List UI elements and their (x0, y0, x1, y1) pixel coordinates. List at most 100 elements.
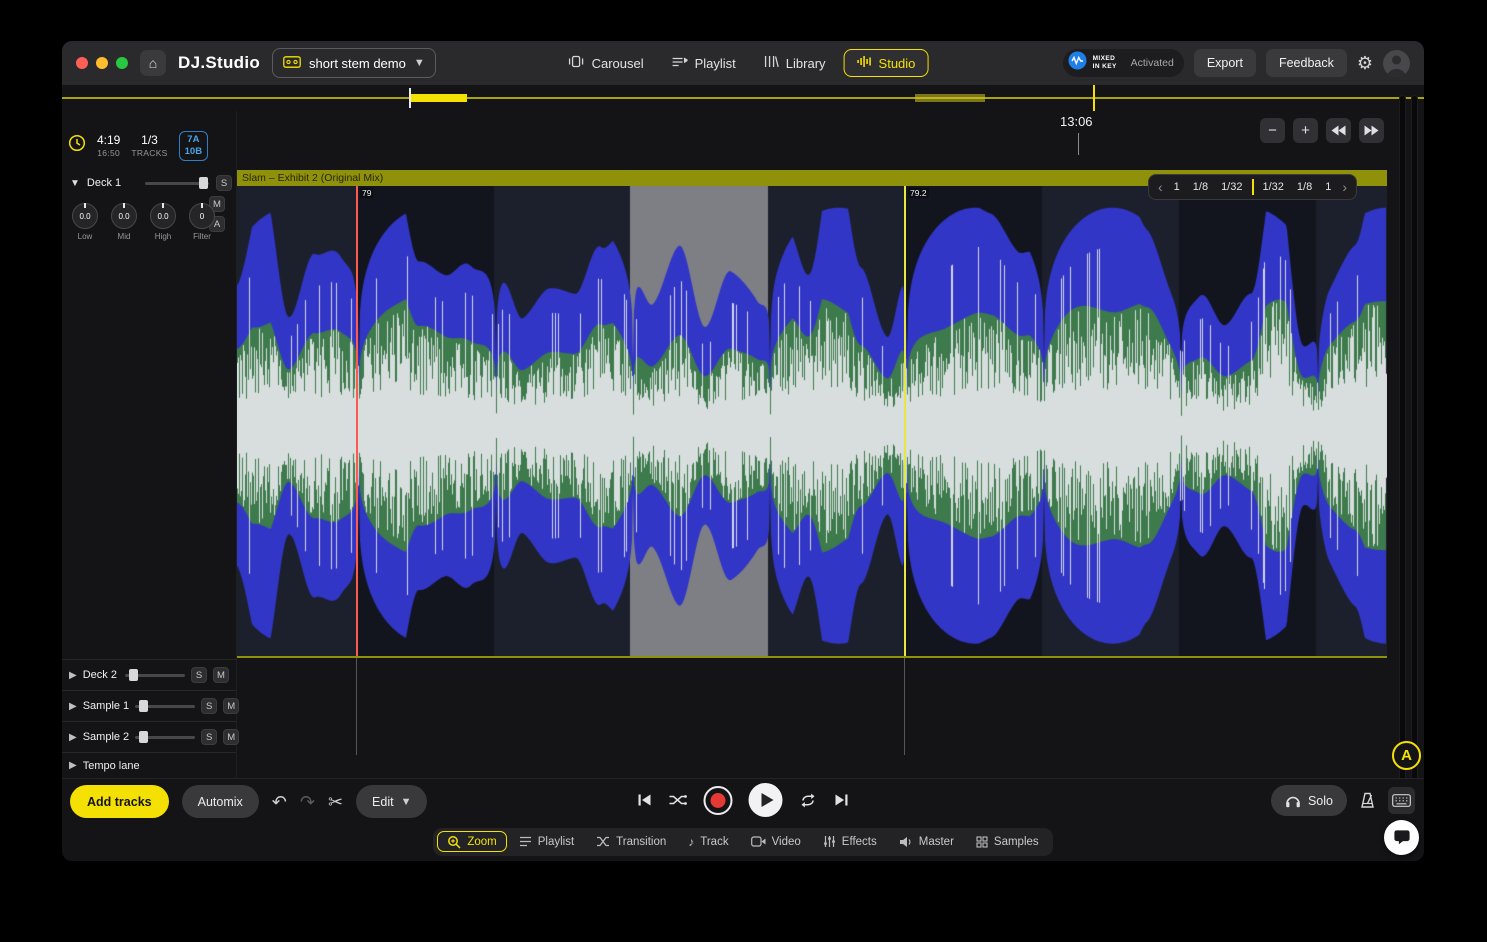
sample1-solo-button[interactable]: S (201, 698, 217, 714)
grid-division-5[interactable]: 1/8 (1291, 179, 1318, 195)
split-button[interactable]: ✂ (328, 793, 343, 811)
feedback-button[interactable]: Feedback (1266, 49, 1347, 77)
home-icon: ⌂ (149, 55, 157, 71)
assistant-logo-button[interactable]: A (1392, 741, 1421, 770)
edit-menu-button[interactable]: Edit ▼ (356, 785, 427, 818)
user-avatar[interactable] (1383, 50, 1410, 77)
knob-dial[interactable]: 0.0 (72, 203, 98, 229)
maximize-window-button[interactable] (116, 57, 128, 69)
deck2-solo-button[interactable]: S (191, 667, 207, 683)
record-button[interactable] (704, 786, 733, 815)
tab-video[interactable]: Video (741, 832, 811, 852)
slider-thumb[interactable] (139, 700, 148, 712)
grid-division-1[interactable]: 1 (1168, 179, 1186, 195)
deck2-label: Deck 2 (83, 669, 117, 681)
lane-tempo[interactable]: ▶ Tempo lane (62, 752, 236, 778)
nav-studio[interactable]: Studio (844, 49, 929, 77)
nav-library[interactable]: Library (754, 49, 836, 77)
sample2-volume-slider[interactable] (135, 731, 195, 743)
deck2-mute-button[interactable]: M (213, 667, 229, 683)
redo-button[interactable]: ↷ (300, 793, 315, 811)
mixed-in-key-badge[interactable]: MIXED IN KEY Activated (1063, 49, 1184, 77)
chat-launcher-button[interactable] (1384, 820, 1419, 855)
tab-effects[interactable]: Effects (813, 831, 887, 852)
transport-controls (637, 783, 850, 817)
minimize-window-button[interactable] (96, 57, 108, 69)
arrangement-area: Slam – Exhibit 2 (Original Mix) 79 79.2 … (237, 111, 1387, 778)
overview-highlight-region[interactable] (915, 94, 985, 102)
loop-button[interactable] (799, 793, 818, 808)
elapsed-time: 4:19 (97, 133, 120, 147)
key-to: 10B (185, 146, 202, 158)
expand-sample2-icon[interactable]: ▶ (69, 732, 77, 743)
deck2-volume-slider[interactable] (125, 669, 185, 681)
knob-dial[interactable]: 0.0 (111, 203, 137, 229)
lane-sample1[interactable]: ▶ Sample 1 S M (62, 690, 236, 721)
eq-knob-low[interactable]: 0.0 Low (68, 203, 102, 241)
overview-cursor[interactable] (409, 88, 411, 108)
expand-deck2-icon[interactable]: ▶ (69, 670, 77, 681)
playlist-list-icon (519, 836, 532, 847)
settings-button[interactable]: ⚙ (1357, 54, 1373, 72)
eq-knob-filter[interactable]: 0 Filter (185, 203, 219, 241)
tab-samples[interactable]: Samples (966, 832, 1049, 852)
overview-playhead[interactable] (1093, 85, 1095, 111)
transition-jump-button[interactable] (669, 793, 688, 807)
home-button[interactable]: ⌂ (140, 50, 166, 76)
undo-button[interactable]: ↶ (272, 793, 287, 811)
slider-thumb[interactable] (129, 669, 138, 681)
add-tracks-button[interactable]: Add tracks (70, 785, 169, 818)
expand-sample1-icon[interactable]: ▶ (69, 701, 77, 712)
knob-dial[interactable]: 0 (189, 203, 215, 229)
nav-carousel[interactable]: Carousel (558, 49, 654, 77)
slider-thumb[interactable] (199, 177, 208, 189)
grid-division-2[interactable]: 1/8 (1187, 179, 1214, 195)
total-time: 16:50 (97, 148, 120, 159)
tab-zoom[interactable]: Zoom (437, 831, 506, 852)
timeline-overview[interactable] (62, 85, 1424, 111)
playhead-marker-label: 79.2 (908, 188, 929, 198)
play-button[interactable] (749, 783, 783, 817)
deck1-volume-slider[interactable] (145, 177, 209, 189)
automix-button[interactable]: Automix (182, 785, 259, 818)
overview-view-region[interactable] (410, 94, 467, 102)
eq-knob-high[interactable]: 0.0 High (146, 203, 180, 241)
harmonic-key-badge[interactable]: 7A 10B (179, 131, 208, 161)
skip-to-start-button[interactable] (637, 793, 653, 807)
grid-next-button[interactable]: › (1338, 179, 1351, 195)
skip-end-icon (834, 793, 850, 807)
grid-prev-button[interactable]: ‹ (1154, 179, 1167, 195)
eq-knob-mid[interactable]: 0.0 Mid (107, 203, 141, 241)
close-window-button[interactable] (76, 57, 88, 69)
tab-playlist[interactable]: Playlist (509, 832, 584, 852)
project-selector[interactable]: short stem demo ▼ (272, 48, 436, 78)
metronome-button[interactable] (1360, 792, 1375, 809)
sample2-solo-button[interactable]: S (201, 729, 217, 745)
titlebar-right-cluster: MIXED IN KEY Activated Export Feedback ⚙ (1063, 49, 1410, 77)
solo-headphones-button[interactable]: Solo (1271, 785, 1347, 816)
deck1-solo-button[interactable]: S (216, 175, 232, 191)
tab-master[interactable]: Master (889, 832, 964, 852)
knob-dial[interactable]: 0.0 (150, 203, 176, 229)
desktop-background: ⌂ DJ.Studio short stem demo ▼ Carousel P… (0, 0, 1487, 942)
slider-thumb[interactable] (139, 731, 148, 743)
sample1-volume-slider[interactable] (135, 700, 195, 712)
export-button[interactable]: Export (1194, 49, 1256, 77)
lane-deck2[interactable]: ▶ Deck 2 S M (62, 659, 236, 690)
expand-tempo-icon[interactable]: ▶ (69, 760, 77, 771)
keyboard-shortcuts-button[interactable] (1388, 787, 1415, 814)
collapse-deck1-icon[interactable]: ▼ (70, 178, 80, 189)
grid-division-3[interactable]: 1/32 (1215, 179, 1248, 195)
knob-label: High (155, 232, 171, 241)
tab-transition[interactable]: Transition (586, 832, 676, 852)
cue-marker-line[interactable] (356, 186, 358, 656)
nav-playlist[interactable]: Playlist (662, 50, 746, 77)
waveform-display[interactable] (237, 186, 1387, 656)
lane-sample2[interactable]: ▶ Sample 2 S M (62, 721, 236, 752)
skip-to-end-button[interactable] (834, 793, 850, 807)
level-meter-right (1411, 95, 1418, 790)
tab-track[interactable]: ♪ Track (678, 831, 738, 853)
playhead-marker-line[interactable] (904, 186, 906, 656)
grid-division-4[interactable]: 1/32 (1252, 179, 1289, 195)
grid-division-6[interactable]: 1 (1319, 179, 1337, 195)
